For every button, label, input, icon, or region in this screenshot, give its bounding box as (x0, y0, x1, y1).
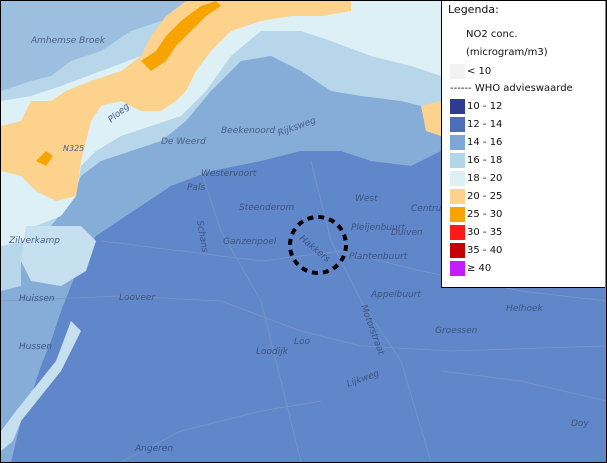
place-label: Ganzenpoel (223, 237, 277, 247)
place-label: Appelbuurt (370, 290, 421, 300)
place-label: N325 (63, 144, 84, 153)
place-label: Huissen (19, 294, 55, 304)
legend-swatch (450, 260, 465, 276)
place-label: Westervoort (201, 169, 257, 179)
legend-swatch (450, 224, 465, 240)
legend-panel: Legenda: NO2 conc. (microgram/m3) < 10 -… (441, 1, 605, 288)
place-label: Steenderom (239, 203, 294, 213)
place-label: Angeren (134, 444, 173, 454)
legend-label: 14 - 16 (467, 136, 503, 148)
legend-swatch (450, 206, 465, 222)
legend-swatch (450, 98, 465, 114)
legend-swatch (450, 63, 465, 79)
legend-row: 16 - 18 (450, 152, 502, 168)
legend-swatch (450, 134, 465, 150)
place-label: Plantenbuurt (349, 252, 408, 262)
legend-label: 35 - 40 (467, 244, 503, 256)
legend-swatch (450, 170, 465, 186)
place-label: Looveer (119, 293, 156, 303)
legend-label: 18 - 20 (467, 172, 503, 184)
place-label: Duiven (391, 228, 423, 238)
place-label: Hussen (19, 342, 52, 352)
place-label: Groessen (435, 326, 478, 336)
legend-row: 12 - 14 (450, 116, 502, 132)
legend-who-label: ------ WHO advieswaarde (450, 83, 573, 94)
place-label: Loodijk (256, 347, 289, 357)
legend-swatch (450, 242, 465, 258)
place-label: Pals (187, 183, 205, 193)
legend-label: 10 - 12 (467, 100, 503, 112)
legend-label: ≥ 40 (467, 262, 492, 274)
legend-label: 30 - 35 (467, 226, 503, 238)
place-label: Amhemse Broek (30, 36, 106, 46)
legend-row: 30 - 35 (450, 224, 502, 240)
legend-label: 25 - 30 (467, 208, 503, 220)
map-frame[interactable]: Amhemse Broek De Weerd Beekenoord Rijksw… (0, 0, 607, 463)
legend-swatch (450, 188, 465, 204)
legend-row: 14 - 16 (450, 134, 502, 150)
legend-row: < 10 (450, 63, 491, 79)
legend-title: Legenda: (448, 3, 499, 16)
legend-label: < 10 (467, 65, 492, 77)
legend-row: 35 - 40 (450, 242, 502, 258)
place-label: Beekenoord (221, 126, 275, 136)
legend-row: 25 - 30 (450, 206, 502, 222)
legend-unit-line2: (microgram/m3) (466, 47, 548, 58)
legend-row: ≥ 40 (450, 260, 491, 276)
place-label: Zilverkamp (8, 236, 60, 246)
place-label: Doy (571, 419, 589, 429)
place-label: West (355, 194, 378, 204)
legend-row: 10 - 12 (450, 98, 502, 114)
legend-unit-line1: NO2 conc. (466, 29, 518, 40)
legend-label: 16 - 18 (467, 154, 503, 166)
legend-swatch (450, 152, 465, 168)
legend-label: 20 - 25 (467, 190, 503, 202)
legend-row: 18 - 20 (450, 170, 502, 186)
place-label: Loo (294, 337, 311, 347)
place-label: De Weerd (161, 137, 206, 147)
legend-row: 20 - 25 (450, 188, 502, 204)
place-label: Helhoek (506, 304, 544, 314)
legend-label: 12 - 14 (467, 118, 503, 130)
legend-swatch (450, 116, 465, 132)
